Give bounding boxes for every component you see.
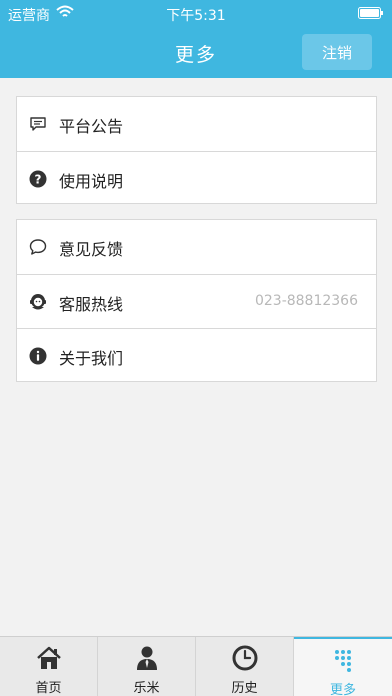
tab-home[interactable]: 首页 (0, 637, 98, 696)
menu-item-label: 使用说明 (59, 172, 124, 191)
hotline-number: 023-88812366 (254, 293, 358, 309)
menu-item-about-us[interactable]: 关于我们 (17, 328, 376, 382)
tab-label: 更多 (329, 683, 356, 696)
chat-bubble-icon (29, 239, 47, 255)
home-icon (37, 646, 61, 669)
menu-item-feedback[interactable]: 意见反馈 (17, 220, 376, 274)
menu-item-label: 平台公告 (59, 117, 124, 136)
status-bar: 运营商 下午5:31 (0, 0, 392, 26)
menu-group-2: 意见反馈 客服热线 023-88812366 关于我们 (16, 219, 377, 382)
more-screen: 运营商 下午5:31 更多 注销 平台公告 ? 使用说明 意见反馈 客服热线 0… (0, 0, 392, 696)
clock-icon (232, 645, 258, 671)
menu-item-label: 客服热线 (59, 295, 124, 314)
battery-icon (358, 7, 383, 19)
header: 运营商 下午5:31 更多 注销 (0, 0, 392, 78)
status-time: 下午5:31 (166, 8, 226, 24)
tab-label: 历史 (231, 681, 258, 696)
menu-item-hotline[interactable]: 客服热线 023-88812366 (17, 274, 376, 328)
menu-group-1: 平台公告 ? 使用说明 (16, 96, 377, 204)
tab-more[interactable]: 更多 (294, 637, 392, 696)
help-icon: ? (29, 170, 47, 188)
person-icon (137, 646, 157, 670)
menu-item-instructions[interactable]: ? 使用说明 (17, 151, 376, 205)
info-icon (29, 347, 47, 365)
svg-text:?: ? (35, 173, 42, 187)
tab-bar: 首页 乐米 历史 更多 (0, 636, 392, 696)
menu-item-announcements[interactable]: 平台公告 (17, 97, 376, 151)
logout-button[interactable]: 注销 (302, 34, 372, 70)
tab-label: 首页 (35, 681, 62, 696)
customer-service-icon (30, 294, 46, 310)
tab-label: 乐米 (133, 681, 160, 696)
dots-grid-icon (335, 650, 351, 672)
menu-item-label: 意见反馈 (59, 240, 124, 259)
tab-lemi[interactable]: 乐米 (98, 637, 196, 696)
tab-history[interactable]: 历史 (196, 637, 294, 696)
menu-item-label: 关于我们 (59, 349, 124, 368)
message-icon (30, 117, 46, 131)
